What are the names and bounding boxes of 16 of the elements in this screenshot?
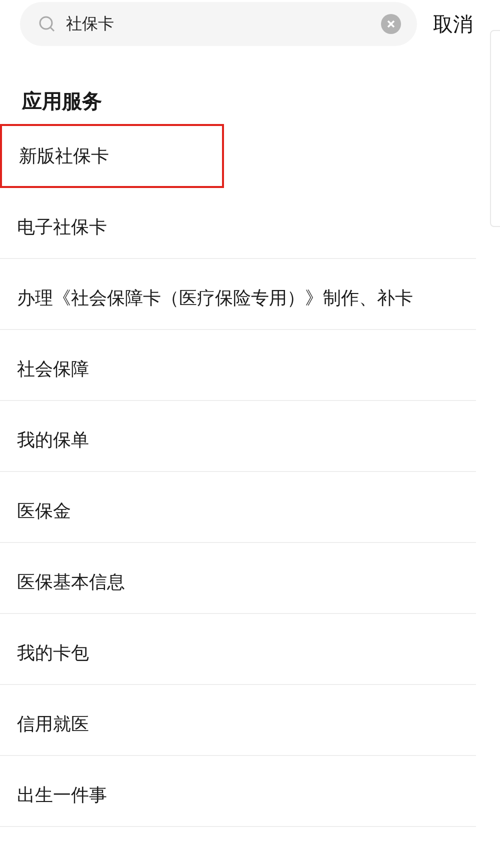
result-item[interactable]: 新版社保卡 <box>0 124 224 188</box>
search-field[interactable]: 社保卡 <box>20 2 417 46</box>
section-title: 应用服务 <box>22 88 103 115</box>
result-item[interactable]: 社会保障 <box>0 337 476 401</box>
search-icon <box>38 15 56 33</box>
search-text: 社保卡 <box>66 14 115 34</box>
result-item[interactable]: 电子社保卡 <box>0 195 476 259</box>
result-item[interactable]: 出生一件事 <box>0 763 476 827</box>
result-item[interactable]: 医保基本信息 <box>0 550 476 614</box>
cancel-button[interactable]: 取消 <box>433 10 473 38</box>
result-item[interactable]: 信用就医 <box>0 692 476 756</box>
result-item[interactable]: 办理《社会保障卡（医疗保险专用）》制作、补卡 <box>0 266 476 330</box>
result-item[interactable]: 医保金 <box>0 479 476 543</box>
result-item[interactable]: 我的卡包 <box>0 621 476 685</box>
result-item[interactable]: 我的保单 <box>0 408 476 472</box>
clear-icon[interactable] <box>381 14 401 34</box>
